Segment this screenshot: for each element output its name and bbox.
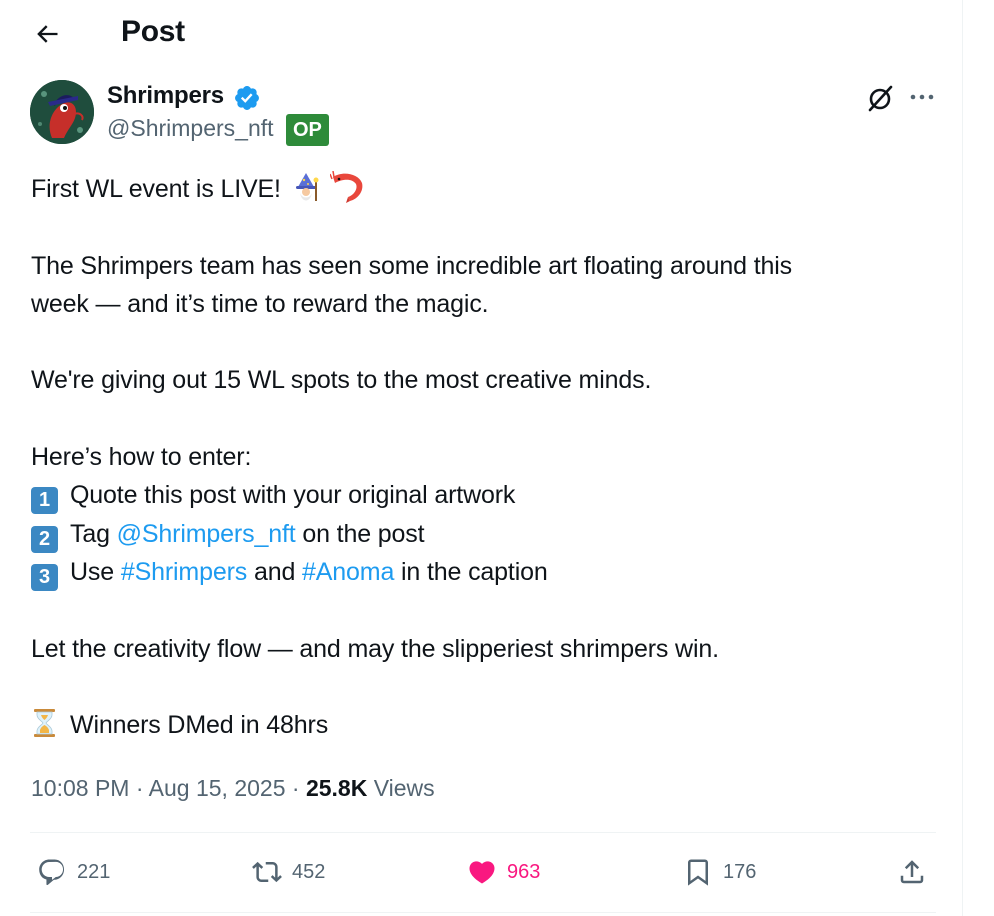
bookmark-button[interactable]: 176 bbox=[683, 855, 756, 889]
keycap-1-icon: 1 bbox=[31, 487, 58, 515]
bookmark-count: 176 bbox=[723, 860, 757, 883]
tweet-line: First WL event is LIVE! bbox=[31, 170, 931, 208]
author-handle[interactable]: @Shrimpers_nft bbox=[107, 115, 274, 142]
views-label: Views bbox=[373, 775, 435, 801]
repost-button[interactable]: 452 bbox=[252, 855, 325, 889]
reply-count: 221 bbox=[77, 860, 111, 883]
share-button[interactable] bbox=[897, 855, 937, 889]
step-text: Quote this post with your original artwo… bbox=[70, 481, 516, 510]
op-badge: OP bbox=[286, 114, 329, 146]
verified-badge-icon bbox=[235, 86, 259, 110]
reply-button[interactable]: 221 bbox=[37, 855, 110, 889]
repost-icon bbox=[252, 861, 282, 883]
divider bbox=[30, 832, 936, 833]
shrimp-emoji bbox=[330, 171, 363, 203]
author-name[interactable]: Shrimpers bbox=[107, 82, 224, 110]
repost-count: 452 bbox=[292, 860, 326, 883]
like-count: 963 bbox=[507, 860, 541, 883]
share-icon bbox=[900, 860, 924, 884]
tweet-text: First WL event is LIVE! bbox=[31, 175, 281, 203]
arrow-left-icon bbox=[37, 25, 58, 43]
meta-separator: · bbox=[135, 775, 144, 801]
tweet-line: Winners DMed in 48hrs bbox=[31, 706, 931, 744]
views-count: 25.8K bbox=[305, 775, 368, 801]
step-text: Tag bbox=[70, 519, 110, 548]
keycap-2-icon: 2 bbox=[31, 525, 58, 553]
keycap-3-icon: 3 bbox=[31, 563, 58, 591]
more-options-icon[interactable] bbox=[906, 82, 938, 112]
tweet-line: The Shrimpers team has seen some incredi… bbox=[31, 251, 793, 280]
post-date[interactable]: Aug 15, 2025 bbox=[149, 775, 286, 801]
column-border bbox=[962, 0, 963, 916]
reply-icon bbox=[39, 859, 65, 886]
bookmark-icon bbox=[688, 859, 708, 886]
divider bbox=[30, 912, 936, 913]
step-text: on the post bbox=[302, 519, 425, 548]
post-header: Post bbox=[0, 0, 962, 66]
back-button[interactable] bbox=[30, 17, 64, 51]
grok-icon[interactable] bbox=[864, 82, 896, 114]
hashtag-link[interactable]: #Anoma bbox=[302, 558, 394, 586]
tweet-body: First WL event is LIVE! The Shrimpers te… bbox=[31, 170, 931, 744]
mention-link[interactable]: @Shrimpers_nft bbox=[117, 520, 296, 548]
post-meta: 10:08 PM · Aug 15, 2025 · 25.8K Views bbox=[31, 775, 435, 802]
step-item: 1 Quote this post with your original artw… bbox=[31, 476, 931, 515]
tweet-line: Let the creativity flow — and may the sl… bbox=[31, 634, 719, 663]
mage-emoji bbox=[295, 173, 319, 201]
shrimp-avatar-icon bbox=[30, 80, 94, 144]
tweet-line: week — and it’s time to reward the magic… bbox=[31, 289, 489, 318]
page-title: Post bbox=[121, 15, 185, 48]
hashtag-link[interactable]: #Shrimpers bbox=[121, 558, 247, 586]
step-text: in the caption bbox=[401, 557, 548, 586]
tweet-line: Here’s how to enter: bbox=[31, 443, 252, 472]
step-item: 3 Use #Shrimpers and #Anoma in the captio… bbox=[31, 553, 931, 591]
post-time[interactable]: 10:08 PM bbox=[31, 775, 129, 801]
tweet-line: We're giving out 15 WL spots to the most… bbox=[31, 366, 652, 395]
avatar[interactable] bbox=[30, 80, 94, 144]
step-text: and bbox=[253, 557, 296, 586]
tweet-text: Winners DMed in 48hrs bbox=[70, 711, 329, 740]
step-text: Use bbox=[70, 557, 115, 586]
step-item: 2 Tag @Shrimpers_nft on the post bbox=[31, 515, 931, 553]
heart-icon bbox=[469, 861, 495, 884]
hourglass-icon bbox=[34, 709, 55, 738]
meta-separator: · bbox=[291, 775, 300, 801]
like-button[interactable]: 963 bbox=[467, 855, 540, 889]
